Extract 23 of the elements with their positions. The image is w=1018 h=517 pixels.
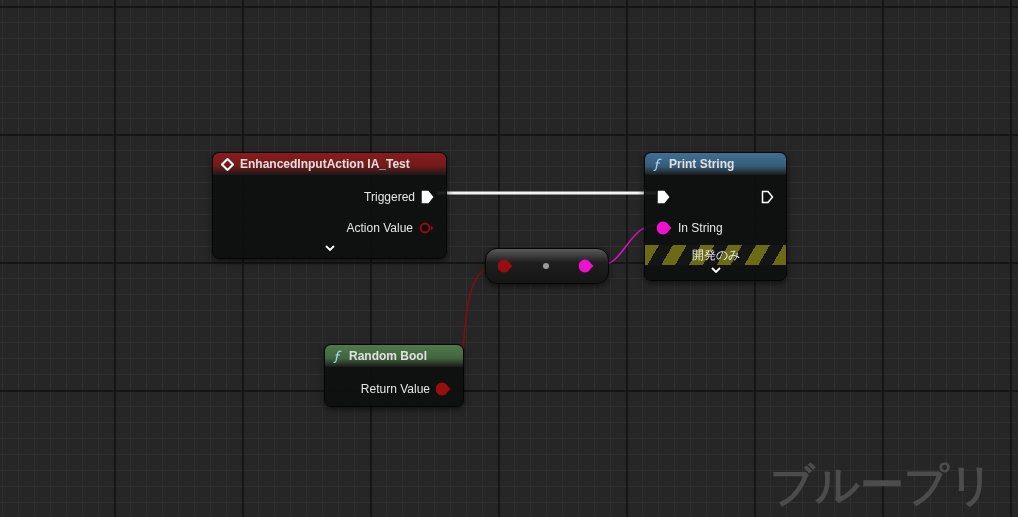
exec-pin-icon[interactable]: [761, 189, 774, 204]
pin-label: In String: [678, 220, 723, 235]
dot-icon: [543, 263, 549, 269]
pin-label: Triggered: [364, 189, 415, 204]
event-diamond-icon: [221, 157, 234, 171]
function-icon: [333, 349, 343, 363]
conversion-node[interactable]: [485, 248, 609, 284]
pin-label: Action Value: [346, 220, 413, 235]
expand-chevron-icon[interactable]: [710, 267, 721, 274]
node-title: EnhancedInputAction IA_Test: [240, 157, 410, 171]
event-node[interactable]: EnhancedInputAction IA_Test Triggered Action Value: [212, 152, 447, 259]
node-title: Random Bool: [349, 349, 427, 363]
pin-label: Return Value: [360, 381, 430, 396]
data-pin-icon[interactable]: [579, 259, 594, 273]
development-only-label: 開発のみ: [691, 246, 740, 264]
expand-chevron-icon[interactable]: [324, 245, 335, 252]
function-node[interactable]: Random Bool Return Value: [324, 344, 464, 407]
exec-pin-icon[interactable]: [421, 189, 434, 204]
data-pin-icon[interactable]: [657, 220, 672, 235]
node-title: Print String: [669, 157, 735, 171]
exec-pin-icon[interactable]: [657, 189, 670, 204]
function-node[interactable]: Print String In String 開発のみ: [644, 152, 787, 281]
function-icon: [653, 157, 663, 171]
